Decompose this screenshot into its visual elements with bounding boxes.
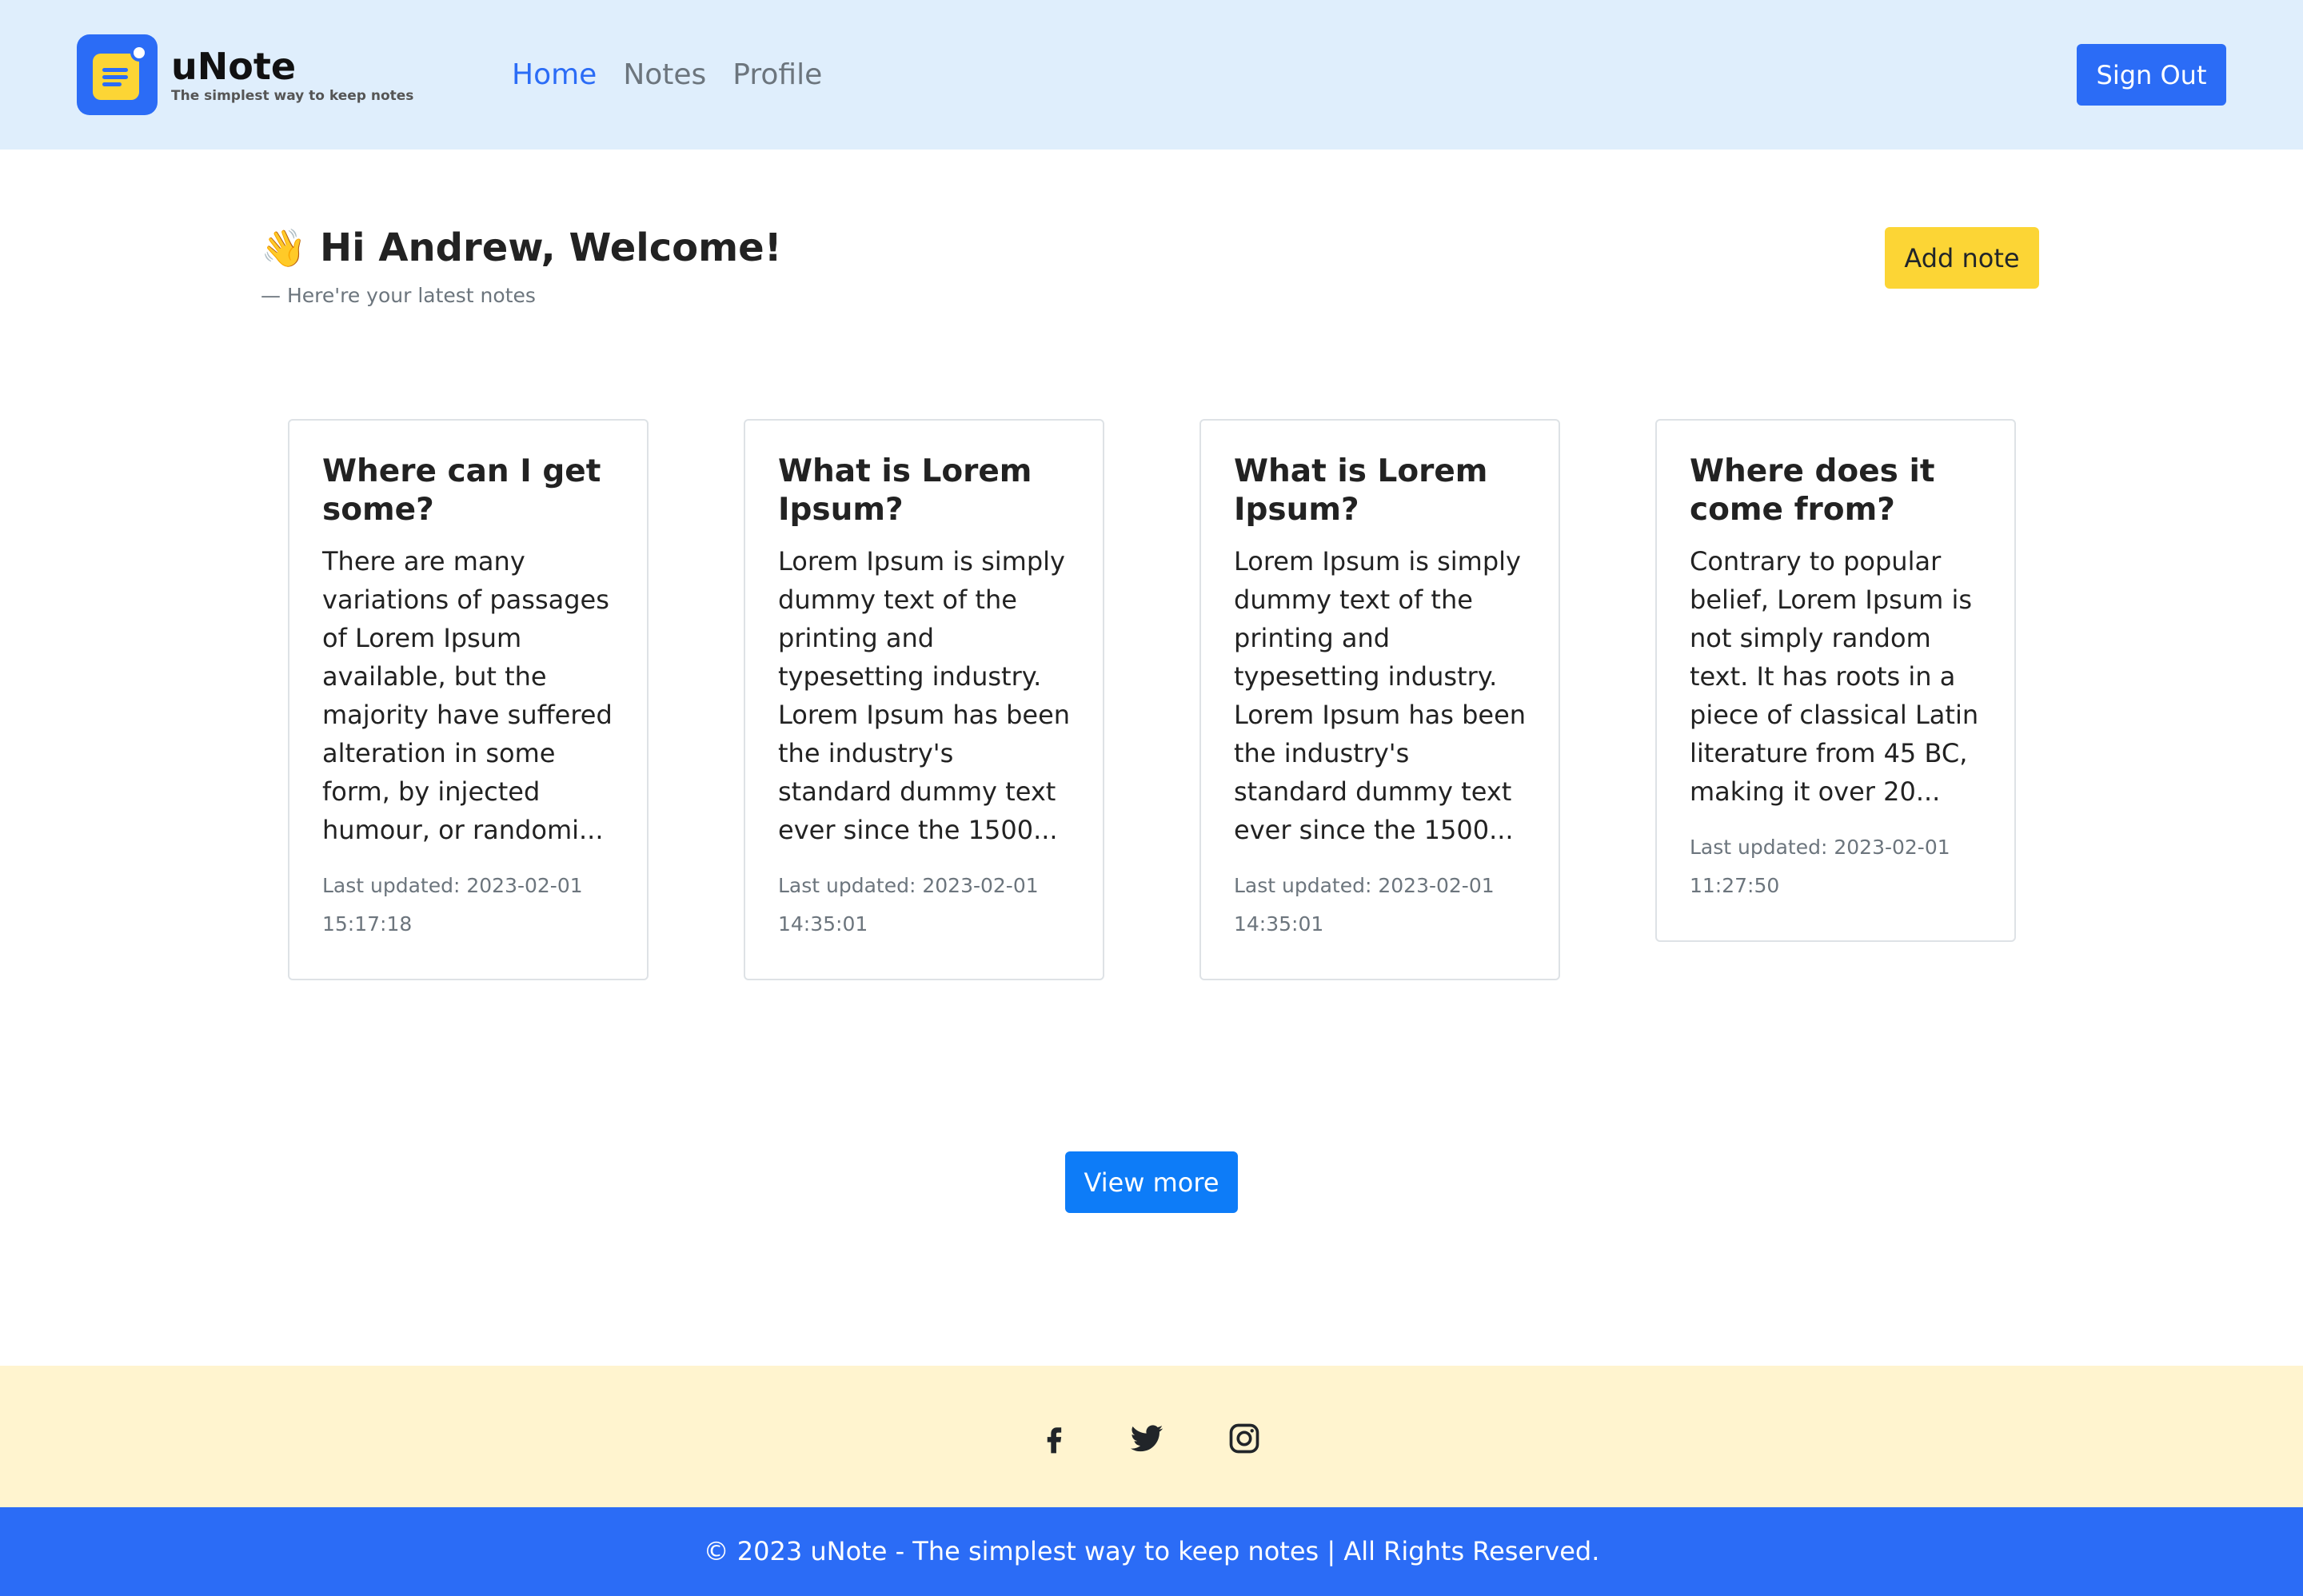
sign-out-button[interactable]: Sign Out: [2077, 44, 2226, 106]
welcome-title: Hi Andrew, Welcome!: [320, 225, 782, 270]
note-excerpt: There are many variations of passages of…: [322, 546, 613, 845]
main-nav: Home Notes Profile: [512, 54, 822, 96]
note-title: Where can I get some?: [322, 453, 601, 528]
facebook-icon[interactable]: [1036, 1421, 1072, 1456]
waving-hand-icon: 👋: [261, 226, 307, 269]
note-card[interactable]: Where does it come from? Contrary to pop…: [1655, 419, 2016, 942]
note-excerpt: Lorem Ipsum is simply dummy text of the …: [778, 546, 1071, 845]
copyright-text: © 2023 uNote - The simplest way to keep …: [703, 1536, 1600, 1566]
note-updated: Last updated: 2023-02-01 11:27:50: [1690, 836, 1950, 897]
note-title: Where does it come from?: [1690, 453, 1935, 528]
note-title: What is Lorem Ipsum?: [1234, 453, 1488, 528]
nav-profile-link[interactable]: Profile: [732, 54, 822, 96]
welcome-subtitle: — Here're your latest notes: [261, 284, 536, 307]
brand-name: uNote: [171, 44, 297, 88]
welcome-section: 👋 Hi Andrew, Welcome! — Here're your lat…: [261, 220, 782, 307]
note-card[interactable]: What is Lorem Ipsum? Lorem Ipsum is simp…: [744, 419, 1104, 980]
brand-tagline: The simplest way to keep notes: [171, 87, 414, 104]
nav-notes-link[interactable]: Notes: [623, 54, 706, 96]
note-updated: Last updated: 2023-02-01 15:17:18: [322, 874, 583, 936]
social-footer: [0, 1366, 2303, 1507]
top-navbar: uNote The simplest way to keep notes Hom…: [0, 0, 2303, 150]
brand[interactable]: uNote The simplest way to keep notes: [77, 34, 413, 115]
nav-home-link[interactable]: Home: [512, 54, 597, 96]
note-title: What is Lorem Ipsum?: [778, 453, 1032, 528]
twitter-icon[interactable]: [1129, 1421, 1164, 1456]
view-more-button[interactable]: View more: [1065, 1151, 1238, 1213]
instagram-icon[interactable]: [1227, 1421, 1262, 1456]
note-updated: Last updated: 2023-02-01 14:35:01: [1234, 874, 1495, 936]
note-card[interactable]: What is Lorem Ipsum? Lorem Ipsum is simp…: [1199, 419, 1560, 980]
unote-logo-icon: [77, 34, 158, 115]
note-excerpt: Contrary to popular belief, Lorem Ipsum …: [1690, 546, 1979, 807]
note-excerpt: Lorem Ipsum is simply dummy text of the …: [1234, 546, 1527, 845]
add-note-button[interactable]: Add note: [1885, 227, 2039, 289]
note-updated: Last updated: 2023-02-01 14:35:01: [778, 874, 1039, 936]
copyright-bar: © 2023 uNote - The simplest way to keep …: [0, 1507, 2303, 1596]
welcome-heading: 👋 Hi Andrew, Welcome!: [261, 220, 782, 276]
note-card[interactable]: Where can I get some? There are many var…: [288, 419, 649, 980]
